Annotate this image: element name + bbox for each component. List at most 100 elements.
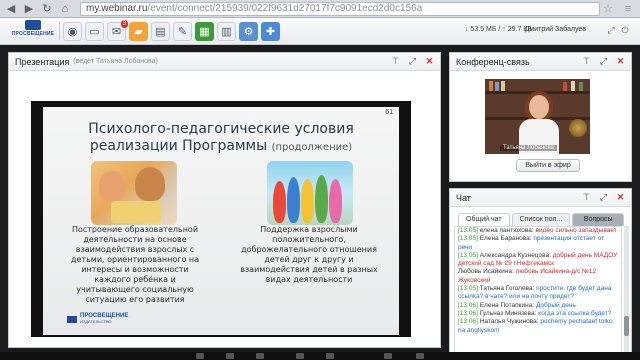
message-text: Добрый день — [535, 301, 576, 309]
book — [501, 81, 505, 91]
taskbar-app-icon[interactable] — [196, 353, 204, 359]
taskbar-app-icon[interactable] — [296, 353, 304, 359]
slide-right-text: Поддержка взрослыми положительного, добр… — [240, 225, 378, 284]
close-icon[interactable]: ✕ — [614, 191, 627, 204]
chat-messages[interactable]: [13:05] елена пантюхова: видео сильно за… — [454, 226, 622, 354]
layout-icon[interactable]: ▥ — [217, 21, 236, 41]
bookmark-star-icon[interactable]: ☆ — [600, 2, 616, 15]
message-time: [13:06] — [458, 301, 478, 309]
pin-icon[interactable]: ⊤ — [580, 55, 593, 68]
toy-blocks — [111, 201, 161, 223]
message-author: Гульназ Минязева: — [479, 309, 537, 317]
speaker-video[interactable]: Татьяна Лобанова — [485, 79, 590, 154]
child-figure — [99, 171, 125, 201]
pin-icon[interactable]: ⊤ — [389, 55, 402, 68]
chat-panel: Чат ⊤ ⤢ ✕ Общий чат Список пол... Вопрос… — [449, 188, 632, 356]
message-time: [13:05] — [458, 251, 478, 259]
folder-icon[interactable]: ▰ — [129, 21, 148, 41]
message-time: [13:06] — [458, 309, 478, 317]
slide-logo-mark — [67, 315, 77, 323]
brand-logo: ПРОСВЕЩЕНИЕ — [11, 20, 55, 42]
slide-number: 61 — [385, 109, 393, 116]
reload-icon[interactable]: ↻ — [40, 2, 54, 16]
chat-controls: ⊤ ⤢ ✕ — [576, 191, 627, 204]
message-author: Елена Баранова: — [479, 235, 532, 243]
child-figure — [315, 175, 328, 223]
home-icon[interactable]: ⌂ — [58, 2, 72, 16]
browser-bar: ◀ ▶ ↻ ⌂ my.webinar.ru/event/connect/2159… — [0, 0, 640, 18]
chat-scrollbar[interactable] — [624, 226, 629, 354]
whiteboard-icon[interactable]: ✎ — [173, 21, 192, 41]
chat-bubble-icon[interactable]: ✉ 3 — [107, 19, 128, 41]
presentation-title: Презентация — [15, 56, 70, 67]
logo-mark — [25, 20, 41, 30]
conference-controls: ⊤ ⤢ ✕ — [576, 55, 627, 68]
taskbar-app-icon[interactable] — [326, 353, 334, 359]
slide-content: 61 Психолого-педагогические условия реал… — [43, 107, 399, 335]
message-author: Елена Потапкина: — [479, 301, 535, 309]
slide-frame: 61 Психолого-педагогические условия реал… — [31, 101, 411, 337]
message-author: Наталья Чужинова: — [479, 318, 539, 326]
chat-title: Чат — [456, 192, 471, 203]
chat-header: Чат ⊤ ⤢ ✕ — [450, 189, 631, 207]
speaker-name: Татьяна Лобанова — [500, 145, 558, 151]
scroll-thumb[interactable] — [624, 316, 629, 336]
book — [579, 82, 583, 91]
webcam-icon[interactable]: ◉ — [63, 21, 82, 41]
message-author: Александра Кузнецова: — [479, 251, 551, 259]
close-icon[interactable]: ✕ — [423, 55, 436, 68]
child-figure — [273, 181, 286, 223]
chat-message: [13:05] Александра Кузнецова: добрый ден… — [455, 252, 621, 269]
app-toolbar: ПРОСВЕЩЕНИЕ ◉ ▭ ✉ 3 ▰ ▤ ✎ ▦ ▥ ⚙ ✚ ↓ 53.5 … — [0, 18, 640, 45]
chat-message: [13:05] Елена Баранова: презентация отст… — [455, 235, 621, 252]
slide-logo-subtext: ИЗДАТЕЛЬСТВО — [80, 319, 112, 324]
taskbar-app-icon[interactable] — [416, 353, 424, 359]
message-time: [13:06] — [458, 318, 478, 326]
menu-icon[interactable]: ≡ — [620, 3, 636, 15]
message-time: [13:05] — [458, 227, 478, 234]
message-text: когда эта ссылка будет? — [538, 309, 612, 317]
go-on-air-button[interactable]: Выйти в эфир — [516, 159, 580, 172]
settings-gear-icon[interactable]: ⚙ — [239, 21, 258, 41]
maximize-icon[interactable]: ⤢ — [406, 55, 419, 68]
fullscreen-icon[interactable]: ⤢ — [604, 24, 618, 37]
forward-icon[interactable]: ▶ — [22, 2, 36, 16]
child-figure — [287, 177, 300, 223]
tab-general-chat[interactable]: Общий чат — [458, 213, 510, 226]
chat-message: [13:05] елена пантюхова: видео сильно за… — [455, 227, 621, 235]
maximize-icon[interactable]: ⤢ — [597, 55, 610, 68]
conference-title: Конференц-связь — [456, 56, 530, 67]
files-icon[interactable]: ▦ — [195, 21, 214, 41]
slide-title: Психолого-педагогические условия реализа… — [61, 121, 381, 156]
tab-participants[interactable]: Список пол... — [511, 213, 571, 226]
book — [571, 81, 575, 91]
address-bar[interactable]: my.webinar.ru/event/connect/215939/022f9… — [80, 1, 600, 16]
maximize-icon[interactable]: ⤢ — [597, 191, 610, 204]
notification-badge: 3 — [120, 19, 128, 28]
back-icon[interactable]: ◀ — [4, 2, 18, 16]
presentation-header: Презентация (ведет Татьяна Лобанова) ⊤ ⤢… — [9, 53, 440, 71]
book — [495, 82, 499, 91]
children-group-photo — [267, 161, 353, 225]
traffic-stats: ↓ 53.5 МБ / ↑ 29.7 КБ — [465, 26, 532, 33]
close-icon[interactable]: ✕ — [614, 55, 627, 68]
taskbar — [0, 352, 640, 360]
taskbar-app-icon[interactable] — [256, 353, 264, 359]
url-path: /event/connect/215939/022f9631d27017f7c9… — [147, 2, 423, 14]
taskbar-app-icon[interactable] — [384, 353, 392, 359]
taskbar-app-icon[interactable] — [226, 353, 234, 359]
slide-area: 61 Психолого-педагогические условия реал… — [9, 72, 440, 347]
tab-questions[interactable]: Вопросы — [572, 213, 625, 226]
slide-logo: ПРОСВЕЩЕНИЕ ИЗДАТЕЛЬСТВО — [67, 313, 128, 325]
document-icon[interactable]: ▤ — [151, 21, 170, 41]
current-user[interactable]: Дмитрий Забалуев — [525, 26, 586, 33]
add-user-icon[interactable]: ✚ — [261, 21, 280, 41]
presentation-controls: ⊤ ⤢ ✕ — [385, 55, 436, 68]
chat-message: [13:05] Татьяна Гоголева: простите, где … — [455, 285, 621, 302]
exit-icon[interactable]: ⏻ — [618, 24, 632, 37]
book — [563, 82, 567, 91]
pin-icon[interactable]: ⊤ — [580, 191, 593, 204]
book — [489, 81, 493, 91]
screen-share-icon[interactable]: ▭ — [85, 21, 104, 41]
slide-left-text: Построение образовательной деятельности … — [70, 225, 200, 304]
